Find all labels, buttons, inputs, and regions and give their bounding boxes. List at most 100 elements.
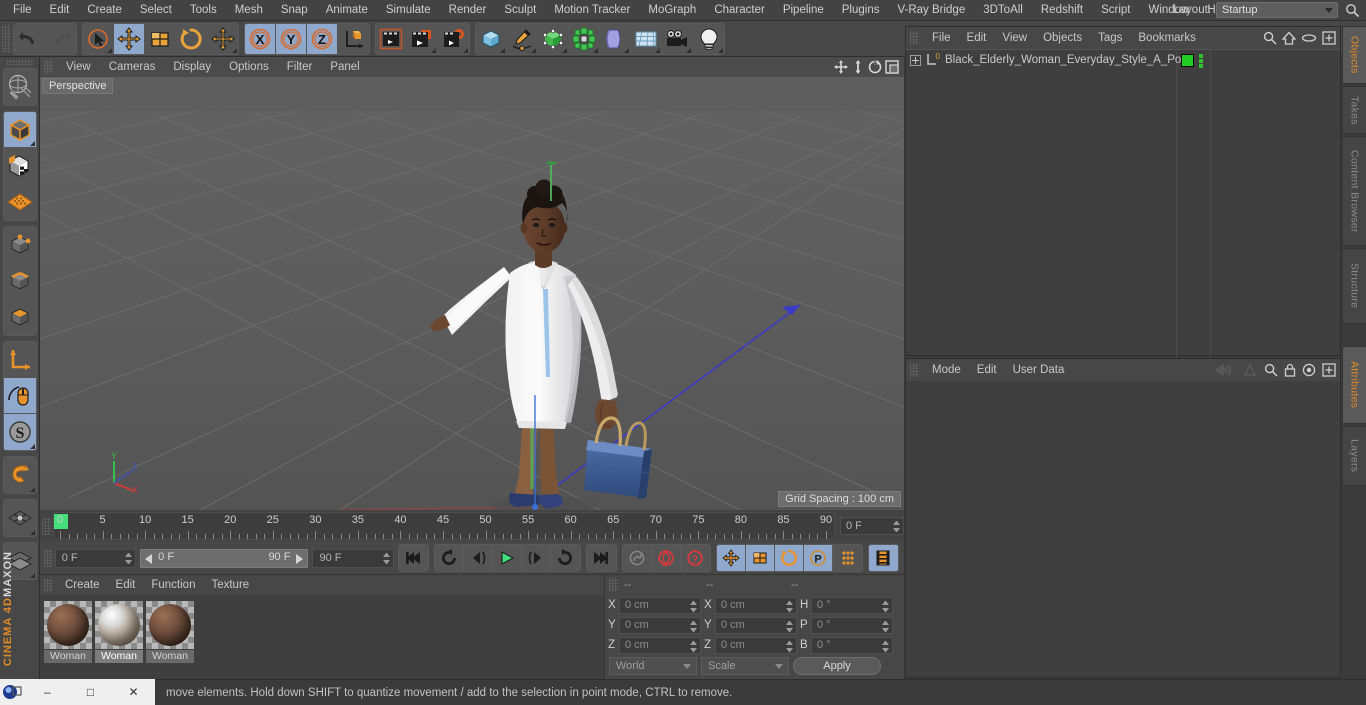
play-forward-button[interactable] bbox=[492, 545, 522, 571]
scale-tool[interactable] bbox=[145, 23, 176, 54]
menu-animate[interactable]: Animate bbox=[317, 0, 377, 21]
coord-rotation-input-b[interactable]: 0 ° bbox=[811, 636, 893, 654]
make-editable-button[interactable] bbox=[3, 69, 36, 105]
viewport-solo-button[interactable] bbox=[3, 378, 36, 414]
material-menu-grip[interactable] bbox=[44, 578, 53, 592]
object-axis-mode-button[interactable] bbox=[3, 342, 36, 378]
material-item[interactable]: Woman bbox=[146, 601, 194, 680]
viewport-menu-display[interactable]: Display bbox=[164, 57, 220, 77]
timeline-frame-field[interactable]: 0 F bbox=[840, 517, 904, 535]
transport-grip[interactable] bbox=[44, 549, 53, 567]
timeline-ruler[interactable]: 0 5 10 15 20 25 30 35 40 45 50 55 60 65 70 75 80 85 90 bbox=[53, 512, 835, 540]
move-duplicate-tool[interactable] bbox=[207, 23, 238, 54]
range-left-arrow-icon[interactable] bbox=[145, 553, 153, 564]
axis-x-lock[interactable]: X bbox=[245, 23, 276, 54]
coordinates-grip[interactable] bbox=[609, 578, 618, 592]
menu-edit[interactable]: Edit bbox=[41, 0, 79, 21]
next-frame-button[interactable] bbox=[521, 545, 551, 571]
lock-icon[interactable] bbox=[1284, 363, 1296, 382]
material-menu-texture[interactable]: Texture bbox=[203, 575, 257, 595]
menu-create[interactable]: Create bbox=[78, 0, 131, 21]
menu-simulate[interactable]: Simulate bbox=[377, 0, 440, 21]
range-right-arrow-icon[interactable] bbox=[296, 553, 304, 564]
polygons-mode-button[interactable] bbox=[3, 299, 36, 335]
keyframe-selection-button[interactable]: ? bbox=[680, 545, 710, 571]
menu-character[interactable]: Character bbox=[705, 0, 774, 21]
object-menu-grip[interactable] bbox=[910, 31, 919, 45]
left-toolbar-grip[interactable] bbox=[6, 59, 33, 66]
layout-dropdown[interactable]: Startup bbox=[1216, 2, 1338, 18]
object-tag-green[interactable] bbox=[1181, 54, 1194, 67]
world-coordinate-toggle[interactable] bbox=[338, 23, 369, 54]
coord-size-input-z[interactable]: 0 cm bbox=[715, 636, 797, 654]
attribute-menu-user-data[interactable]: User Data bbox=[1005, 359, 1073, 381]
generator-button[interactable] bbox=[538, 23, 569, 54]
menu-snap[interactable]: Snap bbox=[272, 0, 317, 21]
viewport-menu-grip[interactable] bbox=[44, 60, 53, 74]
spinner-icon[interactable] bbox=[786, 640, 793, 652]
spinner-icon[interactable] bbox=[690, 600, 697, 612]
viewport-menu-filter[interactable]: Filter bbox=[278, 57, 322, 77]
object-menu-edit[interactable]: Edit bbox=[959, 27, 995, 49]
key-pla-button[interactable] bbox=[833, 545, 862, 571]
tab-objects[interactable]: Objects bbox=[1342, 26, 1366, 84]
coord-position-input-z[interactable]: 0 cm bbox=[619, 636, 701, 654]
go-to-end-button[interactable] bbox=[586, 545, 616, 571]
key-parameter-button[interactable]: P bbox=[804, 545, 834, 571]
material-preview[interactable] bbox=[95, 601, 143, 649]
tab-layers[interactable]: Layers bbox=[1342, 426, 1366, 486]
timeline-filmstrip-button[interactable] bbox=[868, 545, 898, 571]
undo-button[interactable] bbox=[14, 23, 45, 54]
spinner-icon[interactable] bbox=[882, 600, 889, 612]
material-menu-edit[interactable]: Edit bbox=[108, 575, 144, 595]
points-mode-button[interactable] bbox=[3, 227, 36, 263]
object-menu-objects[interactable]: Objects bbox=[1035, 27, 1090, 49]
model-mode-button[interactable] bbox=[3, 112, 36, 148]
go-to-start-button[interactable] bbox=[398, 545, 428, 571]
deformer-bend-button[interactable] bbox=[600, 23, 631, 54]
axis-y-lock[interactable]: Y bbox=[276, 23, 307, 54]
search-icon[interactable] bbox=[1345, 3, 1360, 18]
axis-z-lock[interactable]: Z bbox=[307, 23, 338, 54]
tab-content-browser[interactable]: Content Browser bbox=[1342, 136, 1366, 246]
rotate-tool[interactable] bbox=[176, 23, 207, 54]
spinner-icon[interactable] bbox=[690, 640, 697, 652]
object-menu-view[interactable]: View bbox=[994, 27, 1035, 49]
menu-pipeline[interactable]: Pipeline bbox=[774, 0, 833, 21]
spline-pen-button[interactable] bbox=[507, 23, 538, 54]
spinner-icon[interactable] bbox=[690, 620, 697, 632]
search-icon[interactable] bbox=[1264, 363, 1278, 382]
coord-size-input-x[interactable]: 0 cm bbox=[715, 596, 797, 614]
autokeying-button[interactable] bbox=[651, 545, 681, 571]
tab-structure[interactable]: Structure bbox=[1342, 248, 1366, 324]
viewport-menu-view[interactable]: View bbox=[57, 57, 100, 77]
mograph-cloner-button[interactable] bbox=[569, 23, 600, 54]
back-history-icon[interactable] bbox=[1214, 363, 1236, 382]
spinner-icon[interactable] bbox=[882, 640, 889, 652]
target-icon[interactable] bbox=[1302, 363, 1316, 382]
enable-snap-button[interactable]: S bbox=[3, 414, 36, 450]
menu-select[interactable]: Select bbox=[131, 0, 181, 21]
current-frame-field[interactable]: 0 F bbox=[54, 548, 137, 568]
move-tool[interactable] bbox=[114, 23, 145, 54]
select-cursor-tool[interactable] bbox=[83, 23, 114, 54]
spinner-icon[interactable] bbox=[125, 552, 133, 564]
expand-icon[interactable] bbox=[910, 54, 921, 66]
texture-mode-button[interactable] bbox=[3, 148, 36, 184]
coordinate-system-dropdown[interactable]: World bbox=[609, 657, 697, 675]
spinner-icon[interactable] bbox=[893, 521, 900, 532]
object-menu-file[interactable]: File bbox=[924, 27, 959, 49]
maximize-button[interactable]: □ bbox=[69, 679, 112, 705]
key-scale-button[interactable] bbox=[745, 545, 775, 571]
workplane-lock-button[interactable] bbox=[3, 500, 36, 536]
viewport-menu-options[interactable]: Options bbox=[220, 57, 278, 77]
viewport-menu-panel[interactable]: Panel bbox=[321, 57, 368, 77]
material-menu-function[interactable]: Function bbox=[143, 575, 203, 595]
floor-environment-button[interactable] bbox=[631, 23, 662, 54]
object-row[interactable]: 0 Black_Elderly_Woman_Everyday_Style_A_P… bbox=[906, 50, 1340, 70]
cube-primitive-button[interactable] bbox=[476, 23, 507, 54]
play-reverse-loop-button[interactable] bbox=[434, 545, 464, 571]
workplane-mode-button[interactable] bbox=[3, 184, 36, 220]
render-view-button[interactable] bbox=[376, 23, 407, 54]
menu-motion-tracker[interactable]: Motion Tracker bbox=[545, 0, 639, 21]
